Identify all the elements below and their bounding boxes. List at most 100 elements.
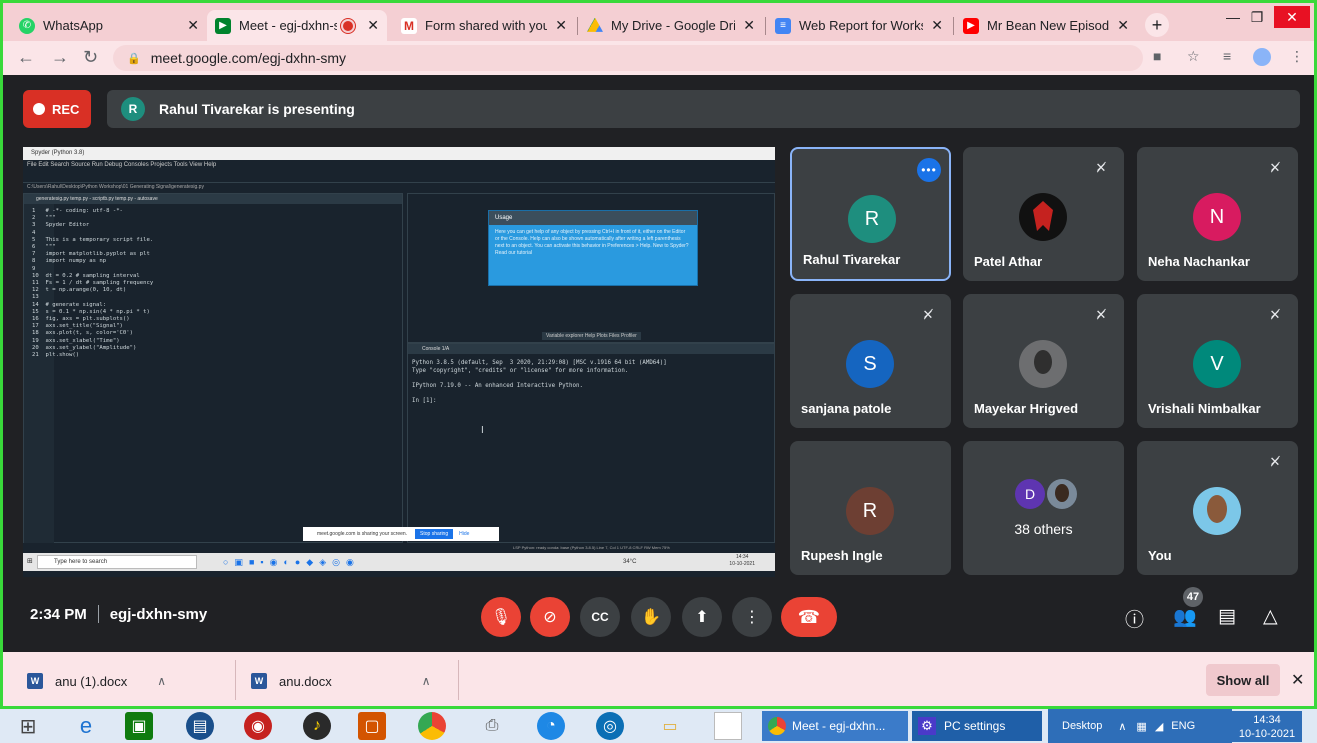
chat-icon[interactable]: ▤ xyxy=(1218,605,1236,628)
network-icon[interactable]: ▦ xyxy=(1136,720,1146,733)
address-bar[interactable]: 🔒 meet.google.com/egj-dxhn-smy xyxy=(113,45,1143,71)
desktop-toolbar-label[interactable]: Desktop xyxy=(1062,720,1102,732)
close-tab-icon[interactable]: ✕ xyxy=(367,17,379,34)
captions-icon: CC xyxy=(591,610,609,624)
camera-in-use-icon[interactable]: ■ xyxy=(1153,48,1161,64)
gear-icon: ⚙ xyxy=(918,717,936,735)
shared-date: 10-10-2021 xyxy=(729,561,755,567)
chevron-up-icon[interactable]: ∧ xyxy=(1118,720,1126,733)
presentation-icon[interactable]: ▢ xyxy=(358,712,386,740)
google-forms-icon: ≡ xyxy=(775,17,791,34)
close-window-icon[interactable]: ✕ xyxy=(1274,6,1310,28)
others-tile[interactable]: D 38 others xyxy=(963,441,1124,575)
windows-start-icon[interactable]: ⊞ xyxy=(14,712,42,740)
download-item[interactable]: W anu.docx ∧ xyxy=(251,668,431,694)
chrome-icon[interactable] xyxy=(418,712,446,740)
back-icon[interactable]: ← xyxy=(17,47,35,68)
participant-name: Rupesh Ingle xyxy=(801,548,883,563)
tab-title: Meet - egj-dxhn-sm xyxy=(239,18,338,33)
clock-date: 10-10-2021 xyxy=(1238,728,1296,740)
participant-tile[interactable]: ✕̸ N Neha Nachankar xyxy=(1137,147,1298,281)
restore-icon[interactable]: ❐ xyxy=(1247,6,1267,28)
word-doc-icon: W xyxy=(27,673,43,689)
raise-hand-button[interactable]: ✋ xyxy=(631,597,671,637)
minimize-icon[interactable]: — xyxy=(1223,6,1243,28)
close-tab-icon[interactable]: ✕ xyxy=(1117,17,1129,34)
camera-off-button[interactable]: ⊘ xyxy=(530,597,570,637)
divider xyxy=(97,605,99,623)
screen-share-notice: meet.google.com is sharing your screen. … xyxy=(303,527,499,541)
bookmark-star-icon[interactable]: ☆ xyxy=(1187,48,1200,65)
media-control-icon[interactable]: ≡ xyxy=(1223,48,1231,64)
tab-title: Form shared with you: xyxy=(425,18,548,33)
show-all-button[interactable]: Show all xyxy=(1206,664,1280,696)
people-icon[interactable]: 👥 xyxy=(1173,605,1197,629)
participant-tile[interactable]: ✕̸ Mayekar Hrigved xyxy=(963,294,1124,428)
close-tab-icon[interactable]: ✕ xyxy=(931,17,943,34)
profile-avatar[interactable] xyxy=(1253,48,1271,66)
participant-name: Vrishali Nimbalkar xyxy=(1148,401,1261,416)
tab-google-drive[interactable]: My Drive - Google Drive ✕ xyxy=(579,10,763,41)
recording-button[interactable]: REC xyxy=(23,90,91,128)
close-tab-icon[interactable]: ✕ xyxy=(187,17,199,34)
participant-tile[interactable]: ✕̸ Patel Athar xyxy=(963,147,1124,281)
activities-icon[interactable]: △ xyxy=(1263,605,1278,628)
close-tab-icon[interactable]: ✕ xyxy=(555,17,567,34)
meeting-code: egj-dxhn-smy xyxy=(109,605,208,623)
avatar xyxy=(1193,487,1241,535)
tab-separator xyxy=(765,17,766,35)
avatar: N xyxy=(1193,193,1241,241)
download-item[interactable]: W anu (1).docx ∧ xyxy=(27,668,166,694)
taskbar-window-pc-settings[interactable]: ⚙ PC settings xyxy=(912,711,1042,741)
stop-sharing-button: Stop sharing xyxy=(415,529,454,539)
mic-off-button[interactable]: 🎙 xyxy=(481,597,521,637)
volume-icon[interactable]: ◢ xyxy=(1155,720,1163,733)
participant-tile[interactable]: ✕̸ V Vrishali Nimbalkar xyxy=(1137,294,1298,428)
store-icon[interactable]: ▣ xyxy=(125,712,153,740)
more-options-button[interactable]: ⋮ xyxy=(732,597,772,637)
internet-explorer-icon[interactable]: e xyxy=(72,712,100,740)
meeting-details-icon[interactable]: ⓘ xyxy=(1125,605,1144,632)
disc-icon[interactable]: ◎ xyxy=(596,712,624,740)
participant-tile[interactable]: ✕̸ S sanjana patole xyxy=(790,294,951,428)
taskbar-window-meet[interactable]: Meet - egj-dxhn... xyxy=(762,711,908,741)
reload-icon[interactable]: ↻ xyxy=(83,47,98,68)
app-icon[interactable]: ◉ xyxy=(244,712,272,740)
close-shelf-icon[interactable]: ✕ xyxy=(1291,670,1304,690)
editor-tabs: generatesig.py temp.py - scriptb.py temp… xyxy=(24,194,402,204)
system-tray: Desktop ∧ ▦ ◢ ENG xyxy=(1048,709,1232,743)
tab-youtube[interactable]: ▶ Mr Bean New Episodes | ✕ xyxy=(955,10,1137,41)
more-options-icon[interactable]: ••• xyxy=(917,158,941,182)
captions-button[interactable]: CC xyxy=(580,597,620,637)
close-tab-icon[interactable]: ✕ xyxy=(743,17,755,34)
self-tile[interactable]: ✕̸ You xyxy=(1137,441,1298,575)
meeting-time: 2:34 PM xyxy=(30,605,87,623)
download-shelf: W anu (1).docx ∧ W anu.docx ∧ Show all ✕ xyxy=(3,652,1314,709)
document-icon[interactable] xyxy=(714,712,742,740)
tab-gmail-form[interactable]: M Form shared with you: ✕ xyxy=(393,10,575,41)
tab-web-report[interactable]: ≡ Web Report for Worksh ✕ xyxy=(767,10,951,41)
participant-tile[interactable]: R Rupesh Ingle xyxy=(790,441,951,575)
taskbar-clock[interactable]: 14:34 10-10-2021 xyxy=(1232,711,1302,742)
music-player-icon[interactable]: ♪ xyxy=(303,712,331,740)
forward-icon[interactable]: → xyxy=(51,47,69,68)
language-indicator[interactable]: ENG xyxy=(1171,720,1195,732)
tab-whatsapp[interactable]: ✆ WhatsApp ✕ xyxy=(11,10,207,41)
edge-icon[interactable]: ◔ xyxy=(537,712,565,740)
file-explorer-icon[interactable]: ▭ xyxy=(656,712,684,740)
avatar xyxy=(1019,340,1067,388)
new-tab-button[interactable]: + xyxy=(1145,13,1169,37)
usage-text: Here you can get help of any object by p… xyxy=(495,229,689,256)
chevron-up-icon[interactable]: ∧ xyxy=(157,674,166,688)
participant-tile[interactable]: ••• R Rahul Tivarekar xyxy=(790,147,951,281)
browser-menu-icon[interactable]: ⋮ xyxy=(1290,48,1304,65)
media-player-icon[interactable]: ▤ xyxy=(186,712,214,740)
camera-off-icon: ⊘ xyxy=(543,609,557,626)
tab-meet[interactable]: ▶ Meet - egj-dxhn-sm ✕ xyxy=(207,10,387,41)
gmail-icon: M xyxy=(401,17,417,34)
scanner-icon[interactable]: ⎙ xyxy=(478,712,506,740)
chevron-up-icon[interactable]: ∧ xyxy=(422,674,431,688)
shared-clock: 14:34 10-10-2021 xyxy=(729,554,755,568)
present-button[interactable]: ⬆ xyxy=(682,597,722,637)
leave-call-button[interactable]: ☎ xyxy=(781,597,837,637)
